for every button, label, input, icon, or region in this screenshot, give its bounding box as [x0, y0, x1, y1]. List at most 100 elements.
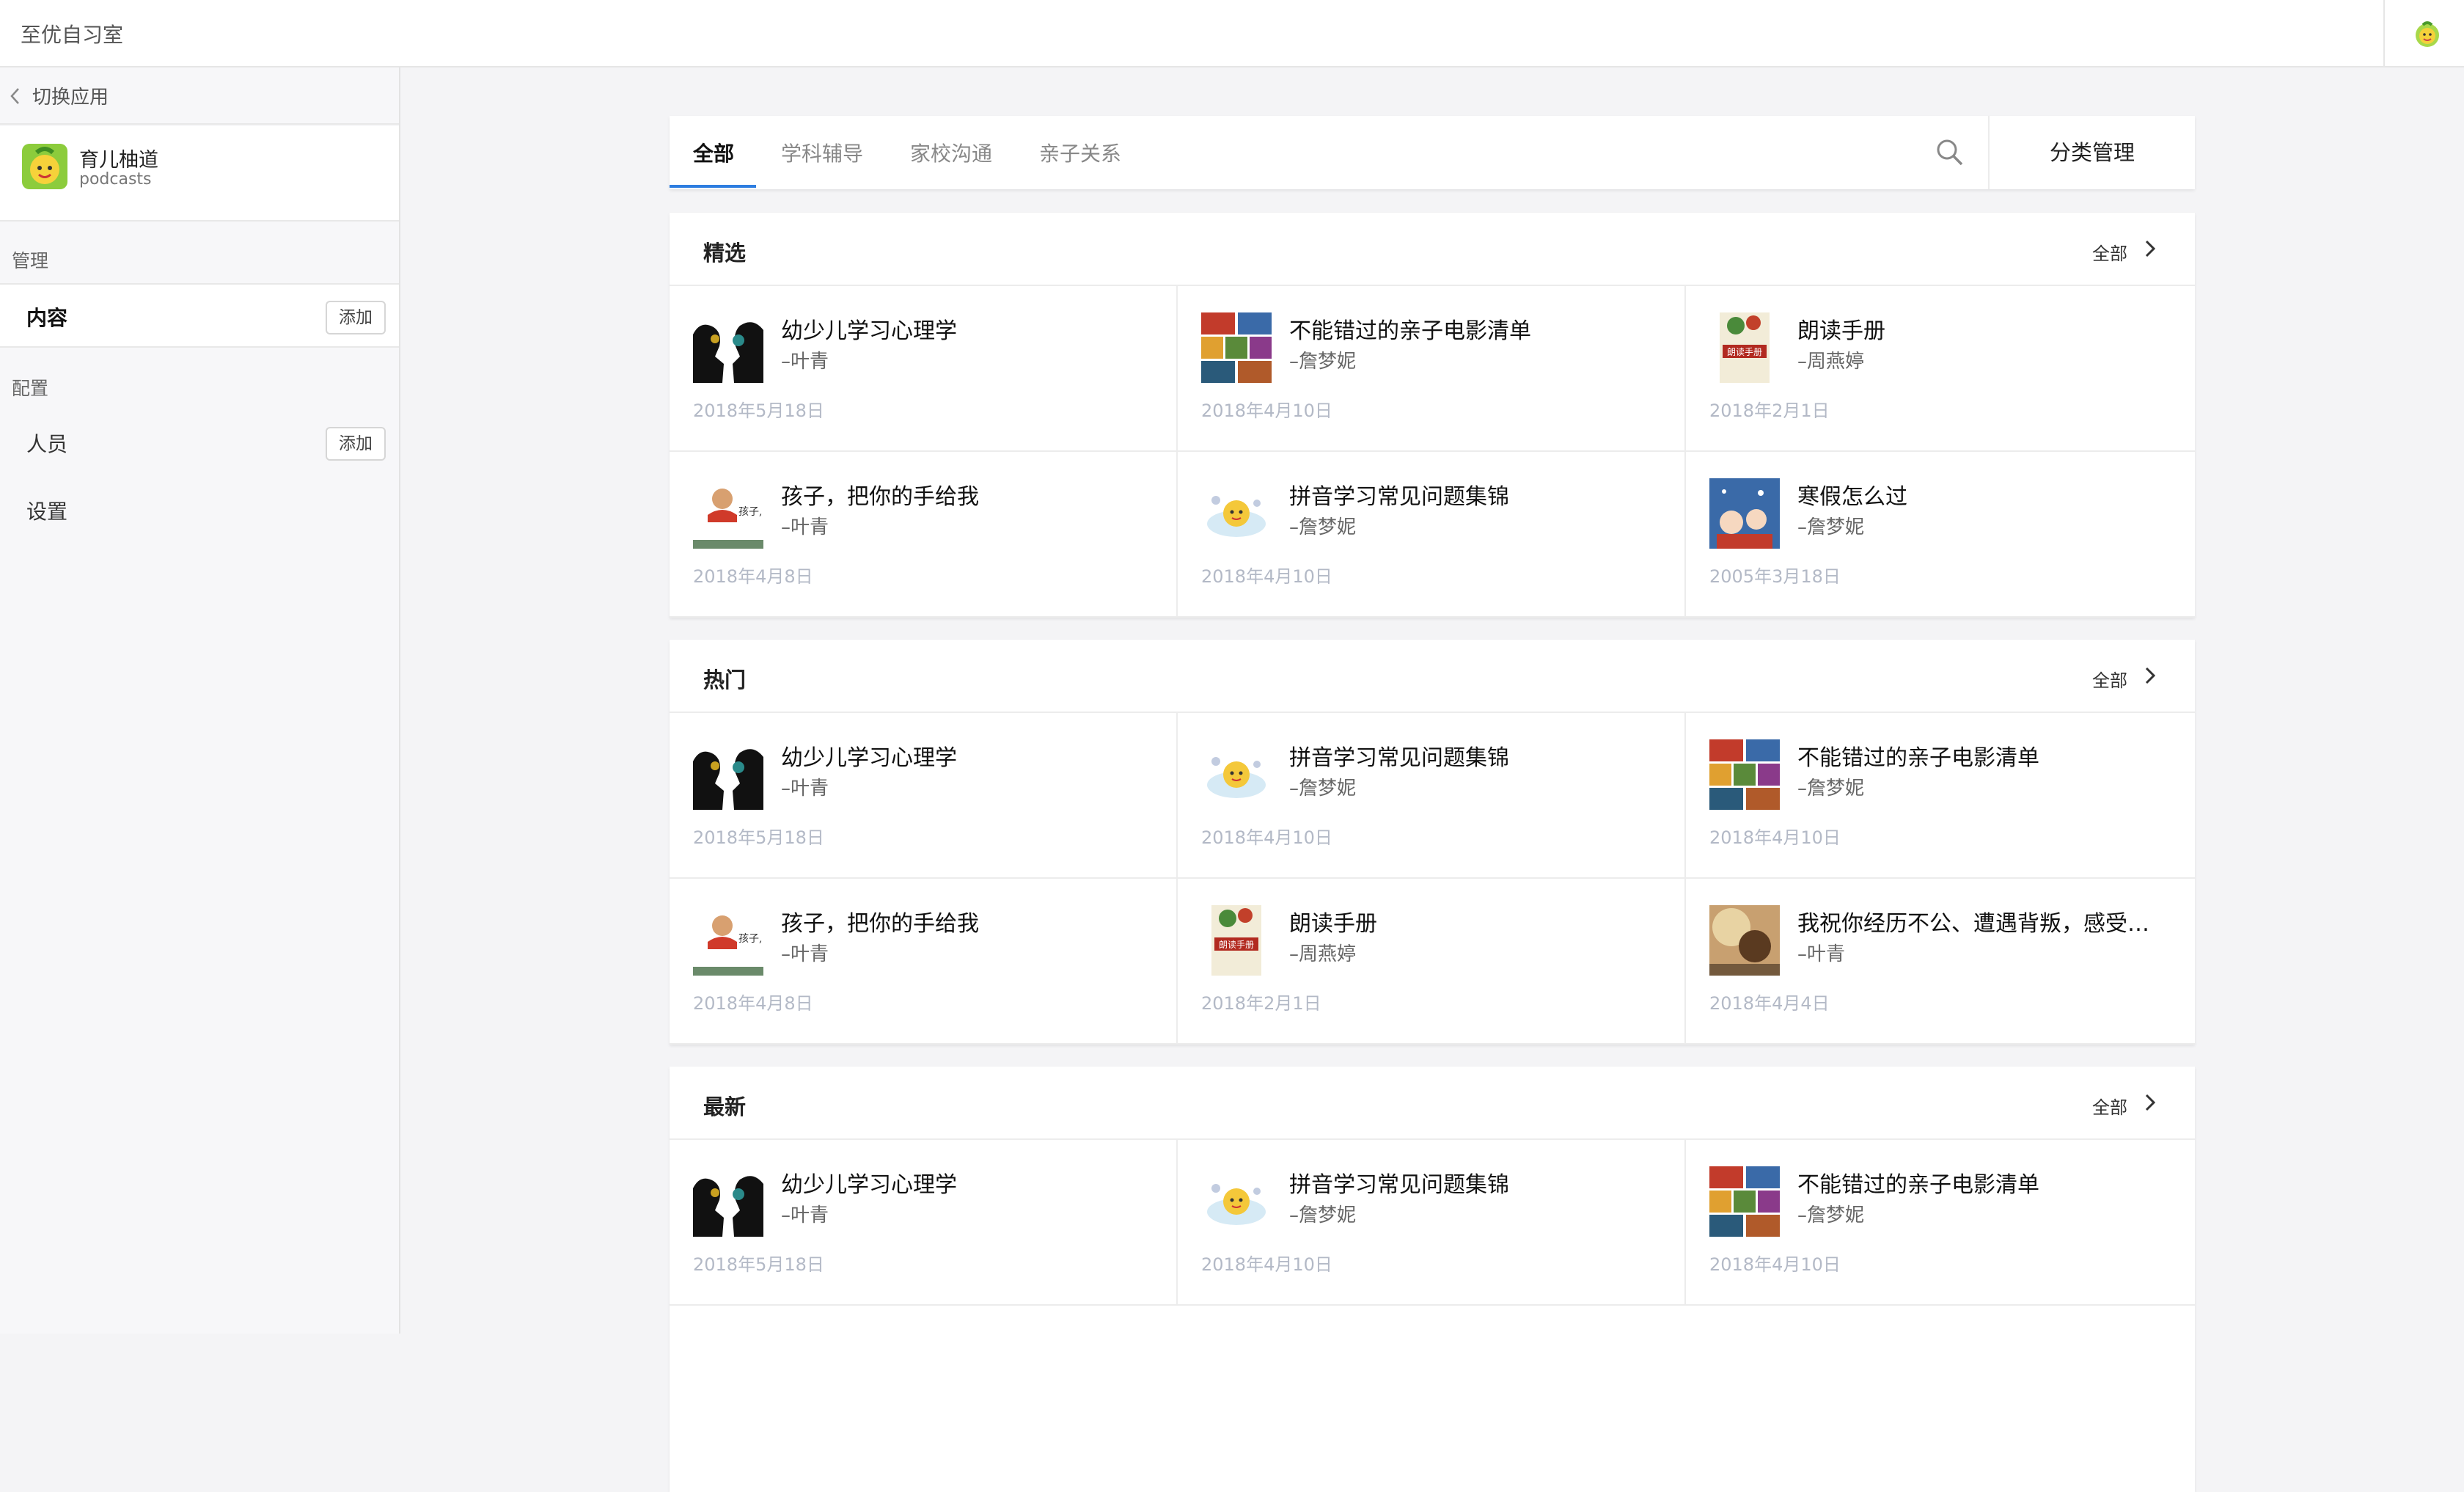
app-subtitle: podcasts [79, 170, 152, 189]
svg-text:朗读手册: 朗读手册 [1219, 940, 1254, 950]
chevron-right-icon[interactable] [2144, 665, 2157, 687]
item-thumbnail: 孩子, [693, 478, 763, 549]
sidebar-item-label: 设置 [26, 500, 68, 524]
section-card: 精选 全部 幼少儿学习心理学 –叶青 2018年5月18日 不能错过的亲子电影清单 –詹梦妮… [670, 213, 2195, 618]
item-thumbnail [693, 1166, 763, 1237]
item-author: –叶青 [781, 943, 829, 965]
item-title: 幼少儿学习心理学 [781, 745, 957, 771]
app-title: 至优自习室 [21, 23, 124, 47]
item-title: 朗读手册 [1797, 318, 1885, 344]
app-name: 育儿柚道 [79, 149, 158, 172]
chevron-right-icon[interactable] [2144, 238, 2157, 260]
content-item[interactable]: 我祝你经历不公、遭遇背叛，感受… –叶青 2018年4月4日 [1686, 879, 2195, 1045]
content-item[interactable]: 孩子, 孩子，把你的手给我 –叶青 2018年4月8日 [670, 452, 1178, 618]
item-title: 拼音学习常见问题集锦 [1289, 745, 1509, 771]
sidebar-item-label: 内容 [26, 306, 68, 330]
section-card: 最新 全部幼少儿学习心理学 –叶青 2018年5月18日 拼音学习常见问题集锦 –詹梦妮 2… [670, 1067, 2195, 1492]
content-item[interactable]: 不能错过的亲子电影清单 –詹梦妮 2018年4月10日 [1686, 713, 2195, 879]
item-title: 我祝你经历不公、遭遇背叛，感受… [1797, 911, 2149, 937]
content-item[interactable]: 拼音学习常见问题集锦 –詹梦妮 2018年4月10日 [1178, 452, 1686, 618]
section-view-all-link[interactable]: 全部 [2092, 1093, 2127, 1119]
content-item[interactable]: 朗读手册 朗读手册 –周燕婷 2018年2月1日 [1178, 879, 1686, 1045]
item-title: 不能错过的亲子电影清单 [1797, 1172, 2039, 1198]
top-bar: 至优自习室 [0, 0, 2464, 67]
section-view-all-link[interactable]: 全部 [2092, 239, 2127, 265]
item-date: 2018年2月1日 [1201, 993, 1321, 1014]
item-date: 2018年4月8日 [693, 993, 813, 1014]
item-thumbnail [693, 739, 763, 810]
section-header: 热门 全部 [670, 640, 2195, 713]
item-author: –詹梦妮 [1289, 351, 1357, 373]
item-author: –叶青 [781, 1204, 829, 1226]
item-date: 2018年4月10日 [1201, 401, 1332, 421]
item-author: –周燕婷 [1797, 351, 1865, 373]
add-people-button[interactable]: 添加 [326, 427, 386, 461]
item-thumbnail: 孩子, [693, 905, 763, 976]
content-item[interactable]: 孩子, 孩子，把你的手给我 –叶青 2018年4月8日 [670, 879, 1178, 1045]
chevron-right-icon[interactable] [2144, 1091, 2157, 1113]
item-author: –叶青 [781, 351, 829, 373]
current-app-card: 育儿柚道 podcasts [0, 126, 399, 222]
tab-parent-child[interactable]: 亲子关系 [1039, 138, 1121, 167]
tab-subject-tutoring[interactable]: 学科辅导 [781, 138, 863, 167]
content-item[interactable]: 寒假怎么过 –詹梦妮 2005年3月18日 [1686, 452, 2195, 618]
top-divider [2383, 0, 2385, 67]
content-item[interactable]: 朗读手册 朗读手册 –周燕婷 2018年2月1日 [1686, 286, 2195, 452]
manage-section-label: 管理 [12, 250, 49, 271]
content-item[interactable]: 拼音学习常见问题集锦 –詹梦妮 2018年4月10日 [1178, 713, 1686, 879]
category-manage-button[interactable]: 分类管理 [1990, 116, 2195, 189]
item-thumbnail: 朗读手册 [1709, 312, 1780, 383]
add-content-button[interactable]: 添加 [326, 301, 386, 334]
tab-home-school[interactable]: 家校沟通 [910, 138, 992, 167]
item-author: –叶青 [781, 516, 829, 538]
section-card: 热门 全部 幼少儿学习心理学 –叶青 2018年5月18日 拼音学习常见问题集锦 –詹梦妮 2… [670, 640, 2195, 1045]
item-date: 2018年4月10日 [1201, 1254, 1332, 1275]
item-date: 2018年5月18日 [693, 401, 824, 421]
content-item[interactable]: 幼少儿学习心理学 –叶青 2018年5月18日 [670, 1140, 1178, 1306]
content-item[interactable]: 不能错过的亲子电影清单 –詹梦妮 2018年4月10日 [1686, 1140, 2195, 1306]
item-author: –詹梦妮 [1289, 1204, 1357, 1226]
item-date: 2005年3月18日 [1709, 566, 1841, 587]
user-avatar-icon[interactable] [2413, 19, 2442, 48]
search-icon[interactable] [1934, 136, 1966, 169]
item-date: 2018年4月10日 [1201, 566, 1332, 587]
tab-all[interactable]: 全部 [693, 138, 734, 167]
item-author: –叶青 [1797, 943, 1846, 965]
content-item[interactable]: 幼少儿学习心理学 –叶青 2018年5月18日 [670, 286, 1178, 452]
item-thumbnail [1201, 478, 1272, 549]
section-header: 最新 全部 [670, 1067, 2195, 1140]
sidebar: 切换应用 育儿柚道 podcasts 管理 内容 添加 配置 人员 添加 设置 [0, 67, 400, 1334]
section-view-all-link[interactable]: 全部 [2092, 666, 2127, 692]
section-title: 热门 [703, 668, 747, 692]
item-title: 幼少儿学习心理学 [781, 1172, 957, 1198]
sidebar-item-label: 人员 [26, 432, 68, 456]
item-title: 拼音学习常见问题集锦 [1289, 1172, 1509, 1198]
sidebar-item-content[interactable]: 内容 添加 [0, 283, 399, 348]
content-item[interactable]: 不能错过的亲子电影清单 –詹梦妮 2018年4月10日 [1178, 286, 1686, 452]
switch-app-button[interactable]: 切换应用 [0, 67, 399, 125]
item-title: 寒假怎么过 [1797, 484, 1907, 510]
item-date: 2018年4月4日 [1709, 993, 1830, 1014]
category-tabs-bar: 全部 学科辅导 家校沟通 亲子关系 分类管理 [670, 116, 2195, 189]
item-date: 2018年4月10日 [1201, 827, 1332, 848]
item-author: –詹梦妮 [1797, 516, 1865, 538]
item-title: 孩子，把你的手给我 [781, 911, 979, 937]
content-item[interactable]: 幼少儿学习心理学 –叶青 2018年5月18日 [670, 713, 1178, 879]
section-title: 最新 [703, 1094, 747, 1119]
section-header: 精选 全部 [670, 213, 2195, 286]
sidebar-item-people[interactable]: 人员 添加 [0, 411, 399, 475]
item-title: 不能错过的亲子电影清单 [1289, 318, 1531, 344]
item-thumbnail [1709, 739, 1780, 810]
item-thumbnail [1201, 739, 1272, 810]
switch-app-label: 切换应用 [32, 87, 109, 109]
sidebar-item-settings[interactable]: 设置 [0, 478, 399, 543]
item-date: 2018年5月18日 [693, 827, 824, 848]
content-item[interactable]: 拼音学习常见问题集锦 –詹梦妮 2018年4月10日 [1178, 1140, 1686, 1306]
item-date: 2018年5月18日 [693, 1254, 824, 1275]
item-date: 2018年4月10日 [1709, 827, 1841, 848]
item-author: –詹梦妮 [1797, 1204, 1865, 1226]
item-thumbnail [693, 312, 763, 383]
section-title: 精选 [703, 241, 747, 266]
item-date: 2018年4月10日 [1709, 1254, 1841, 1275]
app-logo [22, 144, 67, 189]
